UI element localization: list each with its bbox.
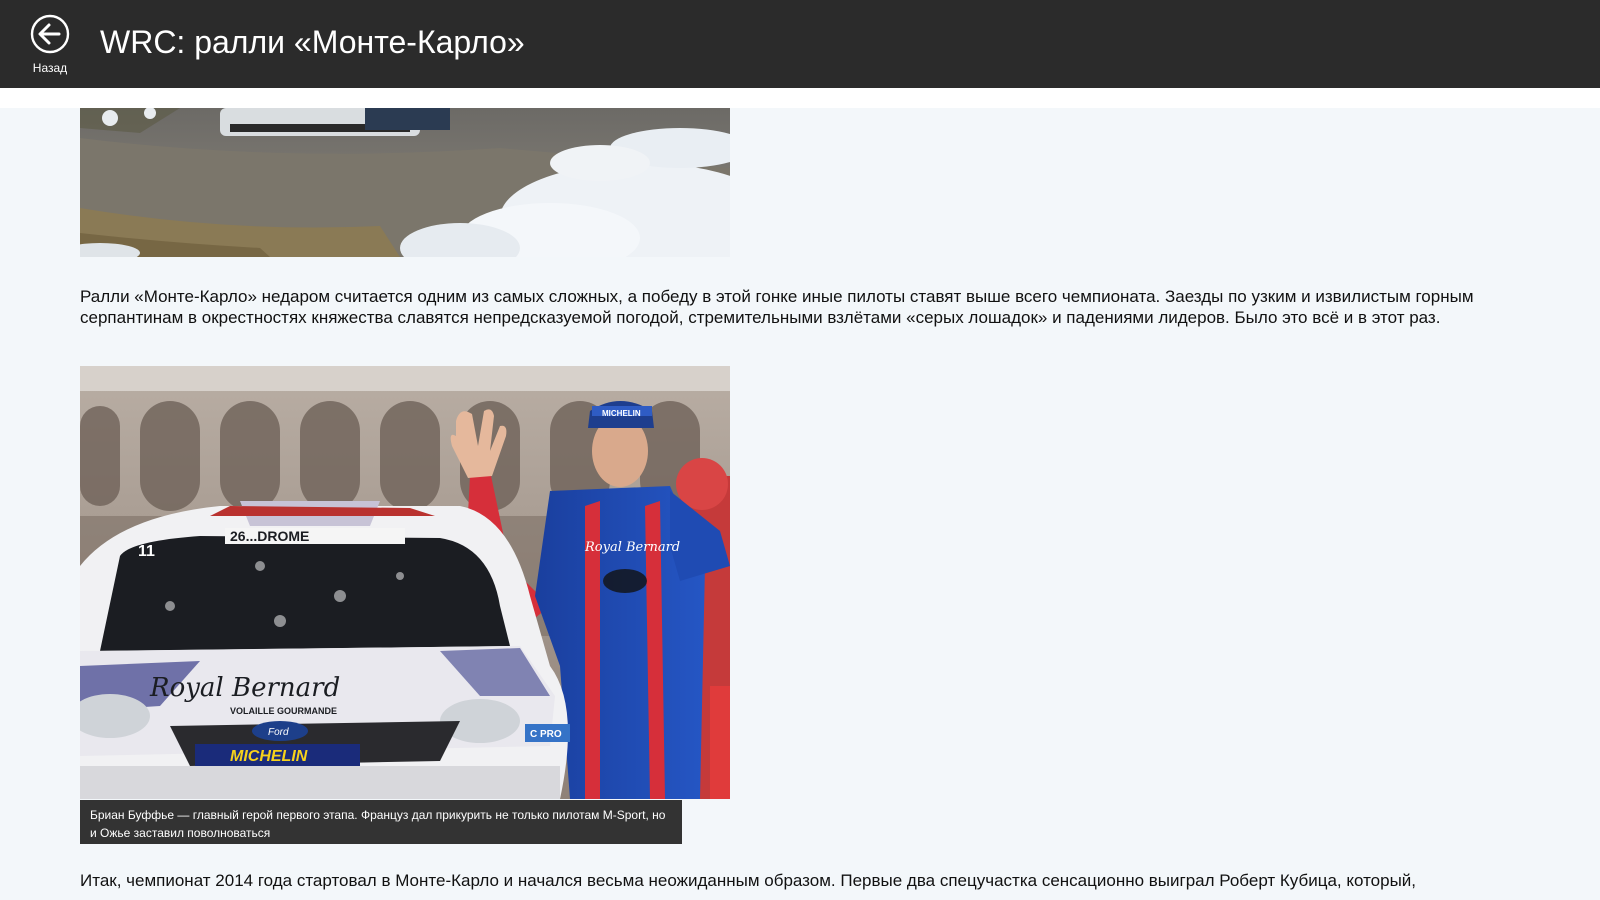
app-header: Назад WRC: ралли «Монте-Карло» — [0, 0, 1600, 88]
grille-badge-text: Ford — [268, 727, 289, 738]
windshield-banner-text: 26...DROME — [230, 528, 309, 544]
cap-logo-text: MICHELIN — [602, 409, 641, 418]
bumper-sponsor-text: MICHELIN — [230, 748, 308, 765]
suit-logo-text: Royal Bernard — [584, 540, 680, 555]
article-paragraph-2: Итак, чемпионат 2014 года стартовал в Мо… — [80, 871, 1417, 890]
page-title: WRC: ралли «Монте-Карло» — [100, 24, 525, 60]
article-photo-snow-road — [80, 108, 730, 257]
back-button[interactable]: Назад — [28, 14, 72, 75]
article-photo-driver: 11 26...DROME Royal Bernard VOLAILLE GOU… — [80, 366, 730, 799]
hood-sub-text: VOLAILLE GOURMANDE — [230, 706, 337, 716]
snow-road-photo — [80, 108, 730, 257]
article-content: Ралли «Монте-Карло» недаром считается од… — [0, 108, 1600, 900]
photo-caption: Бриан Буффье — главный герой первого эта… — [80, 800, 682, 844]
header-divider — [0, 88, 1600, 108]
car-number-text: 11 — [138, 543, 155, 560]
back-label: Назад — [32, 61, 68, 75]
article-paragraph-1: Ралли «Монте-Карло» недаром считается од… — [80, 287, 1474, 327]
bumper-badge-text: C PRO — [530, 729, 562, 740]
driver-car-photo: 11 26...DROME Royal Bernard VOLAILLE GOU… — [80, 366, 730, 799]
hood-logo-text: Royal Bernard — [149, 673, 340, 703]
back-arrow-circle-icon[interactable] — [30, 14, 70, 54]
